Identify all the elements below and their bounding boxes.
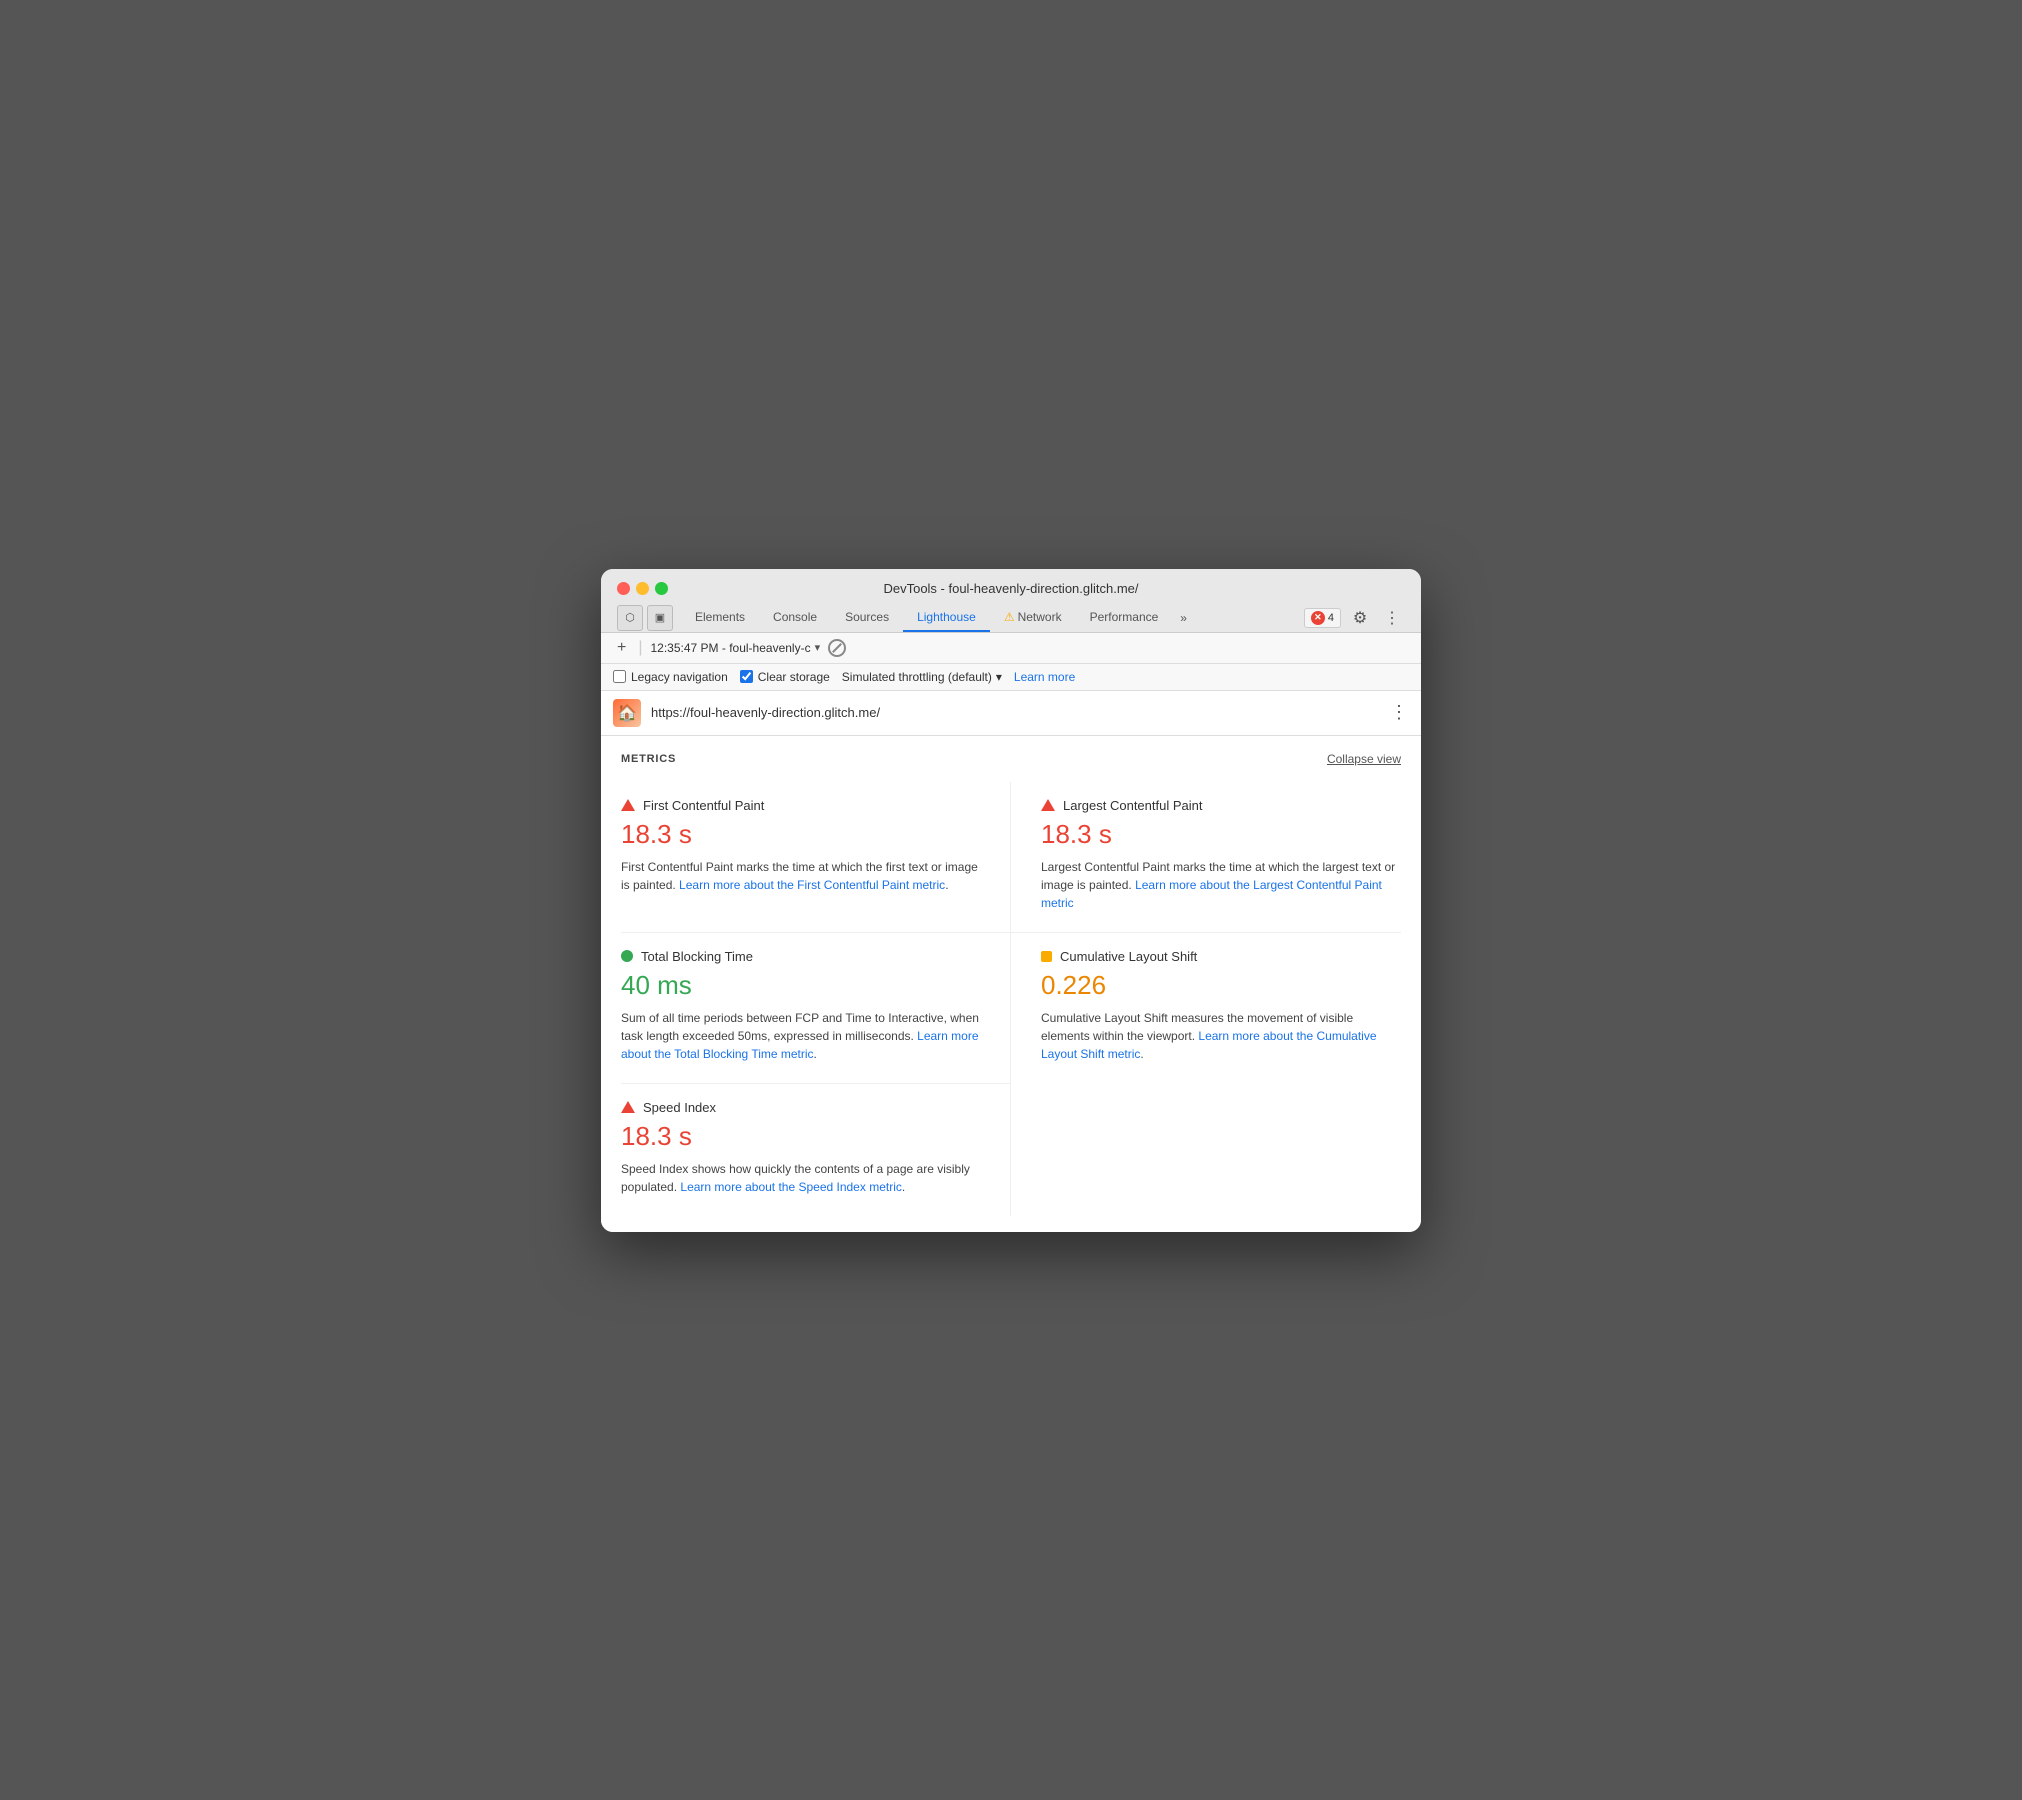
tab-network[interactable]: ⚠Network — [990, 604, 1076, 632]
close-button[interactable] — [617, 582, 630, 595]
block-icon — [828, 639, 846, 657]
tab-elements[interactable]: Elements — [681, 604, 759, 632]
collapse-view-button[interactable]: Collapse view — [1327, 752, 1401, 766]
metric-fcp: First Contentful Paint 18.3 s First Cont… — [621, 782, 1011, 933]
si-status-icon — [621, 1101, 635, 1113]
cls-value: 0.226 — [1041, 970, 1401, 1001]
network-warning-icon: ⚠ — [1004, 610, 1015, 624]
si-link[interactable]: Learn more about the Speed Index metric — [680, 1180, 901, 1194]
window-title: DevTools - foul-heavenly-direction.glitc… — [883, 581, 1138, 596]
lighthouse-logo-icon: 🏠 — [613, 699, 641, 727]
metrics-grid: First Contentful Paint 18.3 s First Cont… — [621, 782, 1401, 1216]
clear-storage-checkbox[interactable]: Clear storage — [740, 670, 830, 684]
minimize-button[interactable] — [636, 582, 649, 595]
add-tab-button[interactable]: + — [613, 639, 630, 657]
metrics-label: METRICS — [621, 753, 676, 765]
toolbar-row: + | 12:35:47 PM - foul-heavenly-c ▾ — [601, 633, 1421, 664]
title-bar: DevTools - foul-heavenly-direction.glitc… — [601, 569, 1421, 633]
url-bar-row: 🏠 https://foul-heavenly-direction.glitch… — [601, 691, 1421, 736]
fcp-status-icon — [621, 799, 635, 811]
tbt-link[interactable]: Learn more about the Total Blocking Time… — [621, 1029, 979, 1061]
lcp-value: 18.3 s — [1041, 819, 1401, 850]
lcp-link[interactable]: Learn more about the Largest Contentful … — [1041, 878, 1382, 910]
fcp-name: First Contentful Paint — [643, 798, 764, 813]
cls-status-icon — [1041, 951, 1052, 962]
tabs-row: ⬡ ▣ Elements Console Sources Lighthouse … — [617, 604, 1405, 632]
cursor-icon-btn[interactable]: ⬡ — [617, 605, 643, 631]
throttling-select[interactable]: Simulated throttling (default) ▾ — [842, 670, 1002, 684]
error-badge[interactable]: ✕ 4 — [1304, 608, 1341, 628]
legacy-nav-checkbox[interactable]: Legacy navigation — [613, 670, 728, 684]
tab-console[interactable]: Console — [759, 604, 831, 632]
si-name: Speed Index — [643, 1100, 716, 1115]
si-desc: Speed Index shows how quickly the conten… — [621, 1160, 980, 1196]
tab-more[interactable]: » — [1172, 605, 1195, 631]
tbt-desc: Sum of all time periods between FCP and … — [621, 1009, 980, 1063]
tbt-name: Total Blocking Time — [641, 949, 753, 964]
tbt-status-icon — [621, 950, 633, 962]
url-bar-more-button[interactable]: ⋮ — [1390, 702, 1409, 723]
url-display: 12:35:47 PM - foul-heavenly-c ▾ — [651, 641, 821, 655]
cls-title-row: Cumulative Layout Shift — [1041, 949, 1401, 964]
more-options-button[interactable]: ⋮ — [1379, 605, 1405, 631]
metric-si: Speed Index 18.3 s Speed Index shows how… — [621, 1084, 1011, 1216]
fcp-title-row: First Contentful Paint — [621, 798, 980, 813]
metric-cls: Cumulative Layout Shift 0.226 Cumulative… — [1011, 933, 1401, 1084]
main-content: METRICS Collapse view First Contentful P… — [601, 736, 1421, 1232]
fcp-desc: First Contentful Paint marks the time at… — [621, 858, 980, 894]
si-value: 18.3 s — [621, 1121, 980, 1152]
metric-lcp: Largest Contentful Paint 18.3 s Largest … — [1011, 782, 1401, 933]
window-controls — [617, 582, 668, 595]
tab-right-icons: ✕ 4 ⚙ ⋮ — [1304, 605, 1405, 631]
learn-more-link[interactable]: Learn more — [1014, 670, 1075, 684]
lcp-name: Largest Contentful Paint — [1063, 798, 1202, 813]
cls-name: Cumulative Layout Shift — [1060, 949, 1197, 964]
maximize-button[interactable] — [655, 582, 668, 595]
tab-icons: ⬡ ▣ — [617, 605, 673, 631]
options-row: Legacy navigation Clear storage Simulate… — [601, 664, 1421, 691]
tbt-title-row: Total Blocking Time — [621, 949, 980, 964]
cls-desc: Cumulative Layout Shift measures the mov… — [1041, 1009, 1401, 1063]
si-title-row: Speed Index — [621, 1100, 980, 1115]
url-dropdown[interactable]: ▾ — [815, 641, 821, 654]
lcp-title-row: Largest Contentful Paint — [1041, 798, 1401, 813]
lcp-status-icon — [1041, 799, 1055, 811]
error-icon: ✕ — [1311, 611, 1325, 625]
page-url: https://foul-heavenly-direction.glitch.m… — [651, 705, 1380, 720]
tbt-value: 40 ms — [621, 970, 980, 1001]
tab-sources[interactable]: Sources — [831, 604, 903, 632]
fcp-value: 18.3 s — [621, 819, 980, 850]
device-icon-btn[interactable]: ▣ — [647, 605, 673, 631]
lcp-desc: Largest Contentful Paint marks the time … — [1041, 858, 1401, 912]
cls-link[interactable]: Learn more about the Cumulative Layout S… — [1041, 1029, 1377, 1061]
fcp-link[interactable]: Learn more about the First Contentful Pa… — [679, 878, 945, 892]
devtools-window: DevTools - foul-heavenly-direction.glitc… — [601, 569, 1421, 1232]
settings-button[interactable]: ⚙ — [1347, 605, 1373, 631]
metrics-header: METRICS Collapse view — [621, 752, 1401, 766]
tab-lighthouse[interactable]: Lighthouse — [903, 604, 990, 632]
tab-performance[interactable]: Performance — [1076, 604, 1173, 632]
clear-storage-input[interactable] — [740, 670, 753, 683]
metric-tbt: Total Blocking Time 40 ms Sum of all tim… — [621, 933, 1011, 1084]
legacy-nav-input[interactable] — [613, 670, 626, 683]
